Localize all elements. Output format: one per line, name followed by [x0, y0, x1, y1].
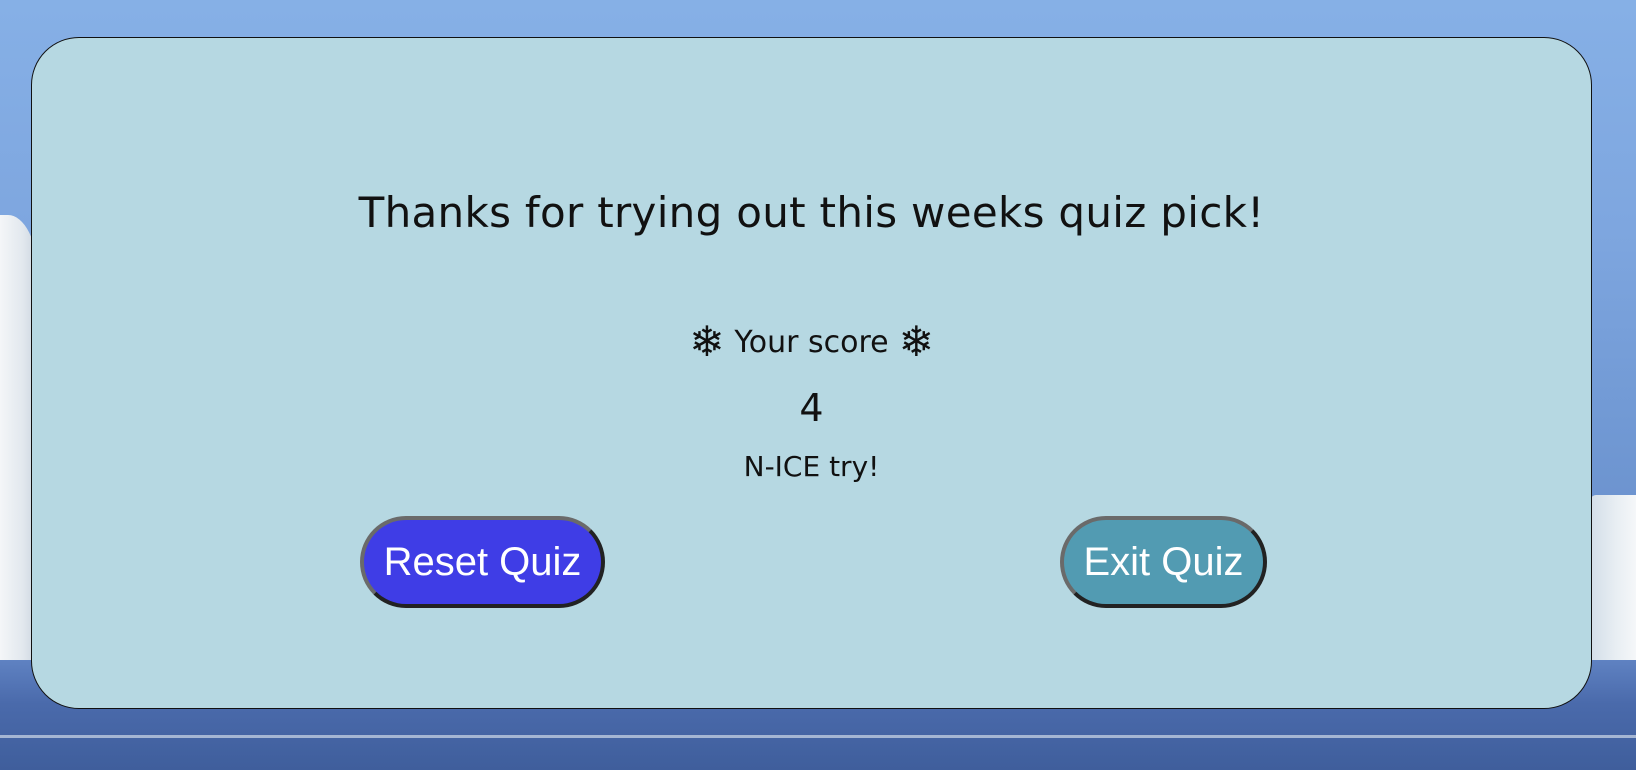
score-label-row: ❄ Your score ❄ — [32, 321, 1591, 363]
exit-quiz-button[interactable]: Exit Quiz — [1060, 516, 1267, 608]
snowflake-icon: ❄ — [898, 317, 934, 366]
quiz-results-card: Thanks for trying out this weeks quiz pi… — [31, 37, 1592, 709]
score-feedback: N-ICE try! — [743, 450, 880, 483]
background-foam — [0, 735, 1636, 738]
reset-quiz-button[interactable]: Reset Quiz — [360, 516, 605, 608]
snowflake-icon: ❄ — [689, 317, 725, 366]
score-label: Your score — [734, 325, 889, 360]
results-title: Thanks for trying out this weeks quiz pi… — [358, 188, 1265, 237]
score-value: 4 — [799, 386, 824, 430]
